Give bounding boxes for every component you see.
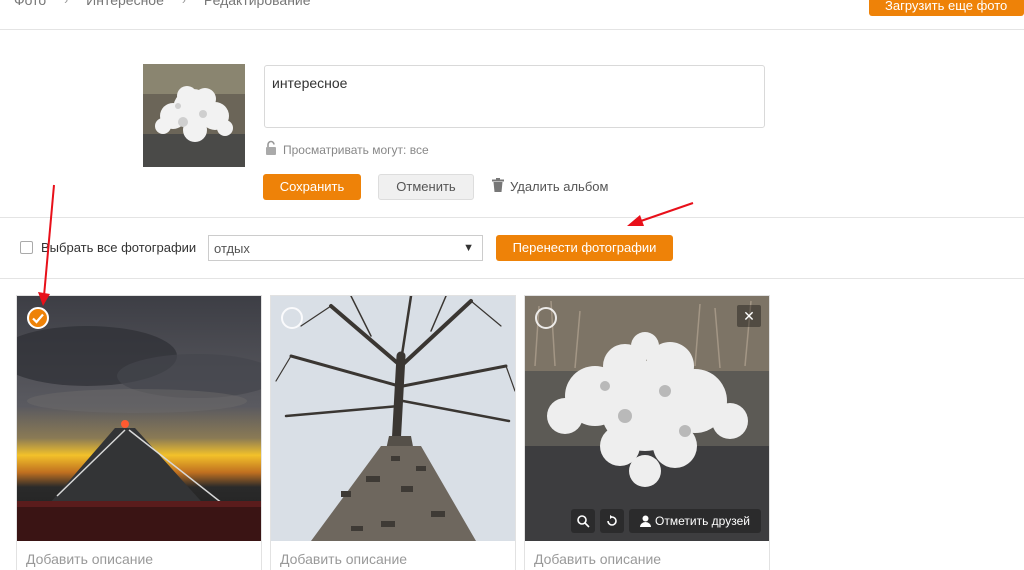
annotation-arrow-to-checkbox xyxy=(38,184,55,306)
annotation-arrows xyxy=(38,184,694,306)
annotation-arrow-to-move-button xyxy=(627,202,694,226)
album-edit-page: Фото › Интересное › Редактирование Загру… xyxy=(0,0,1024,570)
